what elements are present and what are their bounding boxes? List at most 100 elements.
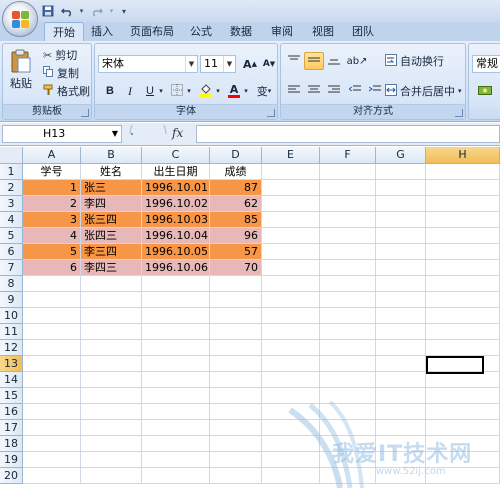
- data-cell-date[interactable]: 1996.10.04: [142, 228, 210, 244]
- formula-bar-handle-icon[interactable]: [128, 125, 168, 143]
- cell[interactable]: [426, 196, 500, 212]
- cell[interactable]: [320, 276, 376, 292]
- data-cell-score[interactable]: 57: [210, 244, 262, 260]
- office-button[interactable]: [2, 1, 38, 37]
- cell[interactable]: [376, 292, 426, 308]
- name-box[interactable]: H13 ▼: [2, 125, 122, 143]
- cell[interactable]: [81, 388, 142, 404]
- cell[interactable]: [320, 436, 376, 452]
- cell[interactable]: [210, 452, 262, 468]
- cell[interactable]: [210, 372, 262, 388]
- cell[interactable]: [320, 452, 376, 468]
- cell[interactable]: [81, 292, 142, 308]
- cell[interactable]: [262, 228, 320, 244]
- cell[interactable]: [262, 468, 320, 484]
- chevron-down-icon[interactable]: ▼: [223, 56, 235, 72]
- borders-button[interactable]: [167, 82, 187, 100]
- column-header-f[interactable]: F: [320, 147, 376, 164]
- active-cell-border[interactable]: [426, 356, 484, 374]
- cell[interactable]: [320, 356, 376, 372]
- cell[interactable]: [262, 308, 320, 324]
- row-header-18[interactable]: 18: [0, 436, 23, 452]
- cell[interactable]: [320, 372, 376, 388]
- cell[interactable]: [142, 324, 210, 340]
- cell[interactable]: [426, 404, 500, 420]
- cell[interactable]: [320, 212, 376, 228]
- align-left-button[interactable]: [284, 82, 304, 100]
- row-header-14[interactable]: 14: [0, 372, 23, 388]
- column-header-d[interactable]: D: [210, 147, 262, 164]
- cell[interactable]: [426, 468, 500, 484]
- cell[interactable]: [142, 276, 210, 292]
- row-header-15[interactable]: 15: [0, 388, 23, 404]
- cell[interactable]: [262, 244, 320, 260]
- cell[interactable]: [210, 356, 262, 372]
- cell[interactable]: [23, 276, 81, 292]
- row-header-13[interactable]: 13: [0, 356, 23, 372]
- cell[interactable]: [426, 228, 500, 244]
- cell[interactable]: [23, 292, 81, 308]
- row-header-2[interactable]: 2: [0, 180, 23, 196]
- chevron-down-icon[interactable]: ▼: [112, 126, 118, 142]
- number-format-combo[interactable]: 常规: [472, 55, 500, 73]
- tab-insert[interactable]: 插入: [86, 22, 118, 42]
- column-header-g[interactable]: G: [376, 147, 426, 164]
- data-cell-id[interactable]: 2: [23, 196, 81, 212]
- header-cell[interactable]: 学号: [23, 164, 81, 180]
- formula-input[interactable]: [196, 125, 500, 143]
- cell[interactable]: [320, 244, 376, 260]
- cell[interactable]: [376, 260, 426, 276]
- grow-font-button[interactable]: A ▲: [240, 55, 260, 73]
- cell[interactable]: [81, 404, 142, 420]
- data-cell-score[interactable]: 87: [210, 180, 262, 196]
- column-header-e[interactable]: E: [262, 147, 320, 164]
- cell[interactable]: [376, 468, 426, 484]
- cell[interactable]: [376, 372, 426, 388]
- cell[interactable]: [376, 404, 426, 420]
- cell[interactable]: [142, 292, 210, 308]
- cell[interactable]: [376, 420, 426, 436]
- currency-button[interactable]: [475, 82, 495, 100]
- cell[interactable]: [210, 340, 262, 356]
- cell[interactable]: [426, 420, 500, 436]
- cell[interactable]: [81, 356, 142, 372]
- cell[interactable]: [426, 324, 500, 340]
- cell[interactable]: [320, 388, 376, 404]
- clipboard-launcher-icon[interactable]: [81, 109, 89, 117]
- data-cell-id[interactable]: 5: [23, 244, 81, 260]
- cell[interactable]: [320, 324, 376, 340]
- tab-review[interactable]: 审阅: [264, 22, 300, 42]
- insert-function-button[interactable]: fx: [172, 126, 183, 140]
- column-header-b[interactable]: B: [81, 147, 142, 164]
- data-cell-id[interactable]: 1: [23, 180, 81, 196]
- cell[interactable]: [262, 452, 320, 468]
- cell[interactable]: [23, 324, 81, 340]
- cell[interactable]: [426, 276, 500, 292]
- font-color-dropdown-icon[interactable]: ▾: [242, 82, 250, 100]
- cell[interactable]: [142, 436, 210, 452]
- data-cell-id[interactable]: 6: [23, 260, 81, 276]
- cell[interactable]: [426, 388, 500, 404]
- cell[interactable]: [426, 340, 500, 356]
- orientation-button[interactable]: ab↗: [345, 52, 369, 70]
- align-center-button[interactable]: [304, 82, 324, 100]
- align-right-button[interactable]: [324, 82, 344, 100]
- chevron-down-icon[interactable]: ▼: [185, 56, 197, 72]
- data-cell-score[interactable]: 70: [210, 260, 262, 276]
- cell[interactable]: [376, 388, 426, 404]
- cell[interactable]: [23, 436, 81, 452]
- cell[interactable]: [320, 340, 376, 356]
- row-header-16[interactable]: 16: [0, 404, 23, 420]
- cell[interactable]: [81, 340, 142, 356]
- data-cell-name[interactable]: 张三: [81, 180, 142, 196]
- paste-button[interactable]: 粘贴: [7, 48, 35, 91]
- cell[interactable]: [262, 340, 320, 356]
- column-header-a[interactable]: A: [23, 147, 81, 164]
- bold-button[interactable]: B: [100, 82, 120, 100]
- save-icon[interactable]: [40, 4, 55, 19]
- cell[interactable]: [210, 388, 262, 404]
- cell[interactable]: [23, 308, 81, 324]
- row-header-10[interactable]: 10: [0, 308, 23, 324]
- cell[interactable]: [376, 212, 426, 228]
- align-bottom-button[interactable]: [324, 52, 344, 70]
